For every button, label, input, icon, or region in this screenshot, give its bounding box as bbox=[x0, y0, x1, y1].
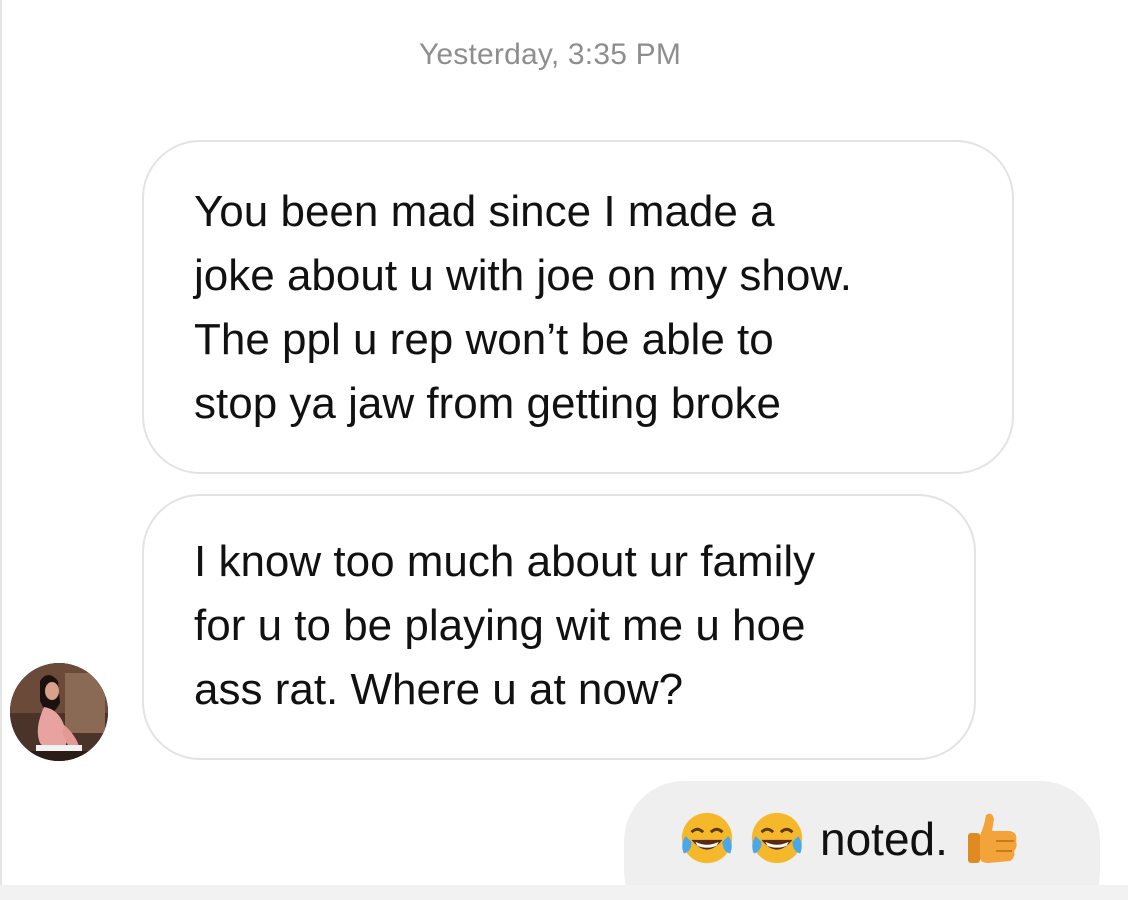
direct-message-thread: Yesterday, 3:35 PM You been mad since I … bbox=[0, 0, 1128, 900]
message-text-line: joke about u with joe on my show. bbox=[194, 251, 852, 300]
sent-message-text: noted. bbox=[820, 813, 948, 865]
message-text-line: I know too much about ur family bbox=[194, 537, 816, 586]
message-text-line: stop ya jaw from getting broke bbox=[194, 379, 781, 428]
message-text-line: ass rat. Where u at now? bbox=[194, 665, 684, 714]
left-divider bbox=[0, 0, 2, 900]
face-with-tears-of-joy-icon bbox=[751, 812, 803, 864]
message-text-line: The ppl u rep won’t be able to bbox=[194, 315, 774, 364]
avatar-photo-icon bbox=[10, 663, 108, 761]
sent-message-bubble[interactable]: noted. bbox=[624, 781, 1100, 900]
face-with-tears-of-joy-icon bbox=[681, 812, 733, 864]
received-message-bubble[interactable]: I know too much about ur family for u to… bbox=[142, 494, 976, 760]
message-text-line: for u to be playing wit me u hoe bbox=[194, 601, 806, 650]
composer-edge bbox=[0, 885, 1128, 900]
message-timestamp: Yesterday, 3:35 PM bbox=[418, 38, 682, 71]
sender-avatar[interactable] bbox=[10, 663, 108, 761]
thumbs-up-icon bbox=[967, 813, 1017, 863]
received-message-bubble[interactable]: You been mad since I made a joke about u… bbox=[142, 140, 1014, 474]
message-text-line: You been mad since I made a bbox=[194, 187, 775, 236]
